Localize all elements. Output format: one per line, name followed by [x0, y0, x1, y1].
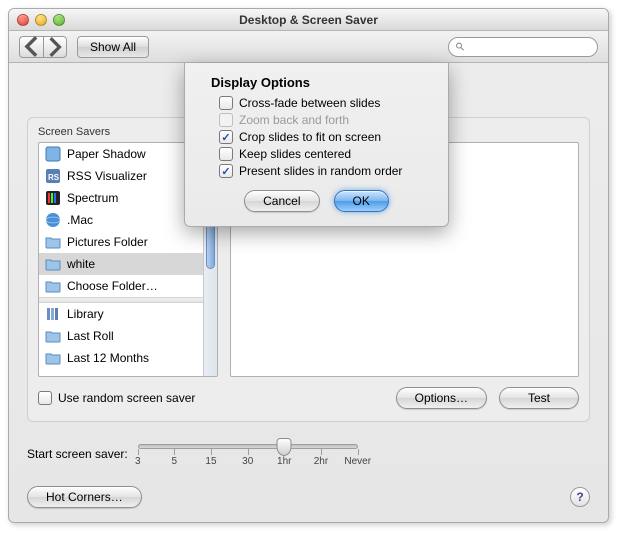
titlebar: Desktop & Screen Saver	[9, 9, 608, 31]
tick-label: Never	[344, 456, 371, 467]
list-item-label: Last Roll	[67, 329, 114, 343]
checkbox-icon	[38, 391, 52, 405]
test-button[interactable]: Test	[499, 387, 579, 409]
list-item[interactable]: RS RSS Visualizer	[39, 165, 203, 187]
list-item-label: Spectrum	[67, 191, 118, 205]
list-item-label: Paper Shadow	[67, 147, 146, 161]
list-item[interactable]: Last 12 Months	[39, 347, 203, 369]
folder-icon	[45, 256, 61, 272]
slider-knob[interactable]	[277, 438, 292, 456]
preferences-window: Desktop & Screen Saver Show All Display …	[8, 8, 609, 523]
search-input[interactable]	[469, 40, 591, 54]
display-options-sheet: Display Options Cross-fade between slide…	[184, 63, 449, 227]
checkbox-icon	[219, 147, 233, 161]
saver-icon	[45, 146, 61, 162]
list-item[interactable]: Spectrum	[39, 187, 203, 209]
svg-text:RS: RS	[48, 173, 60, 182]
option-label: Present slides in random order	[239, 164, 402, 178]
folder-icon	[45, 278, 61, 294]
help-button[interactable]: ?	[570, 487, 590, 507]
option-cross-fade[interactable]: Cross-fade between slides	[219, 96, 434, 110]
start-saver-slider[interactable]: 3 5 15 30 1hr 2hr Never	[138, 436, 358, 472]
folder-icon	[45, 234, 61, 250]
list-item[interactable]: .Mac	[39, 209, 203, 231]
option-random[interactable]: ✓ Present slides in random order	[219, 164, 434, 178]
list-item-label: Pictures Folder	[67, 235, 148, 249]
random-saver-checkbox[interactable]: Use random screen saver	[38, 391, 195, 405]
list-item-label: Last 12 Months	[67, 351, 149, 365]
cancel-button[interactable]: Cancel	[244, 190, 319, 212]
checkbox-icon: ✓	[219, 164, 233, 178]
rss-icon: RS	[45, 168, 61, 184]
checkbox-icon	[219, 113, 233, 127]
list-item[interactable]: Choose Folder…	[39, 275, 203, 297]
option-crop[interactable]: ✓ Crop slides to fit on screen	[219, 130, 434, 144]
list-item[interactable]: Paper Shadow	[39, 143, 203, 165]
list-item[interactable]: Library	[39, 303, 203, 325]
options-button[interactable]: Options…	[396, 387, 487, 409]
option-label: Crop slides to fit on screen	[239, 130, 381, 144]
window-title: Desktop & Screen Saver	[9, 13, 608, 27]
option-centered[interactable]: Keep slides centered	[219, 147, 434, 161]
tick-label: 30	[242, 456, 253, 467]
list-item-label: Choose Folder…	[67, 279, 158, 293]
option-label: Keep slides centered	[239, 147, 351, 161]
list-item-label: RSS Visualizer	[67, 169, 147, 183]
tick-label: 5	[171, 456, 177, 467]
list-item-label: .Mac	[67, 213, 93, 227]
list-item[interactable]: white	[39, 253, 203, 275]
show-all-button[interactable]: Show All	[77, 36, 149, 58]
mac-icon	[45, 212, 61, 228]
slider-label: Start screen saver:	[27, 447, 128, 461]
content-area: Display Options Cross-fade between slide…	[9, 63, 608, 522]
tick-label: 15	[205, 456, 216, 467]
tick-label: 1hr	[277, 456, 291, 467]
option-label: Cross-fade between slides	[239, 96, 380, 110]
list-item[interactable]: Pictures Folder	[39, 231, 203, 253]
checkbox-icon: ✓	[219, 130, 233, 144]
search-icon	[455, 41, 465, 52]
sheet-title: Display Options	[211, 75, 434, 90]
list-item[interactable]: Last Roll	[39, 325, 203, 347]
folder-icon	[45, 350, 61, 366]
forward-button[interactable]	[43, 36, 67, 58]
ok-button[interactable]: OK	[334, 190, 389, 212]
list-item-label: white	[67, 257, 95, 271]
checkbox-label: Use random screen saver	[58, 391, 195, 405]
toolbar: Show All	[9, 31, 608, 63]
spectrum-icon	[45, 190, 61, 206]
folder-icon	[45, 328, 61, 344]
checkbox-icon	[219, 96, 233, 110]
option-label: Zoom back and forth	[239, 113, 349, 127]
search-field[interactable]	[448, 37, 598, 57]
back-button[interactable]	[19, 36, 43, 58]
hot-corners-button[interactable]: Hot Corners…	[27, 486, 142, 508]
tick-label: 2hr	[314, 456, 328, 467]
option-zoom: Zoom back and forth	[219, 113, 434, 127]
start-saver-row: Start screen saver: 3 5 15 30 1hr 2hr Ne…	[27, 436, 590, 472]
tick-label: 3	[135, 456, 141, 467]
nav-segmented	[19, 36, 67, 58]
library-icon	[45, 306, 61, 322]
list-item-label: Library	[67, 307, 104, 321]
